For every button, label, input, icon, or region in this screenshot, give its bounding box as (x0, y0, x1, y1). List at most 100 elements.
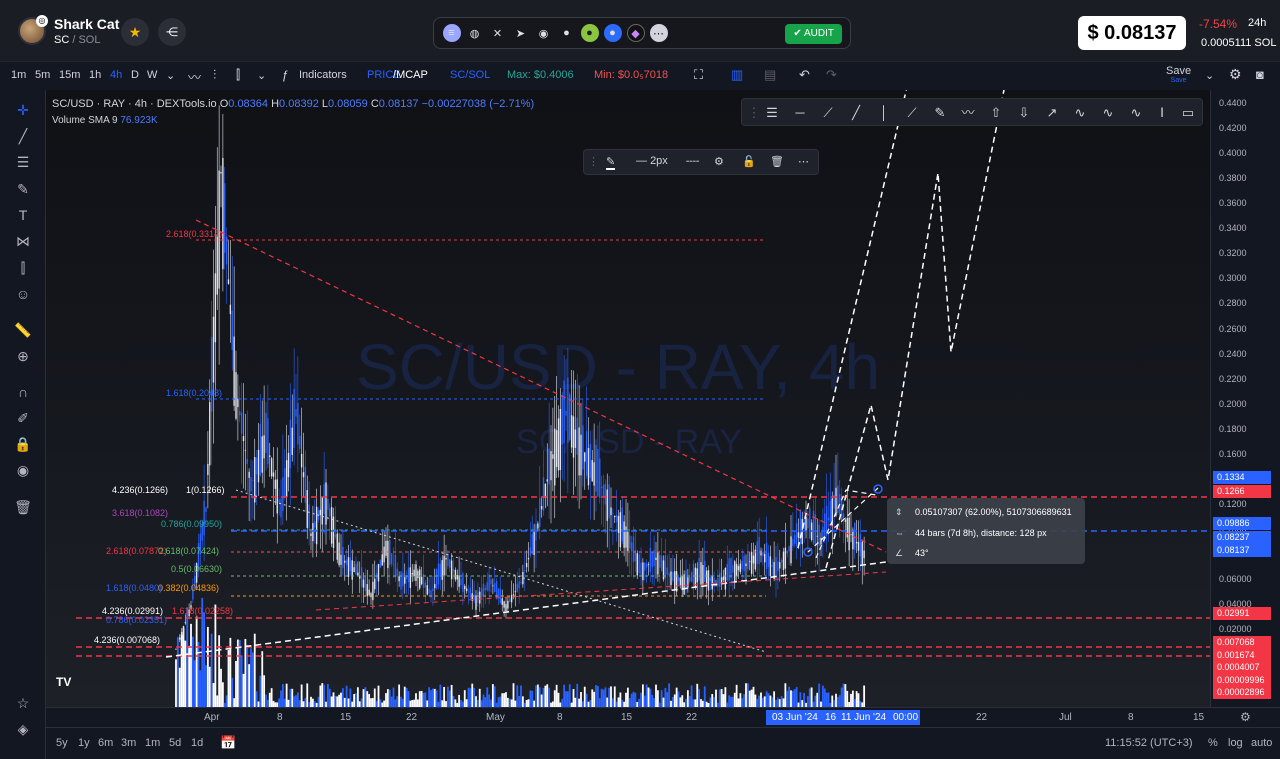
drag-handle-icon[interactable]: ⋮ (588, 155, 599, 168)
line-style-icon[interactable]: ╌╌ (686, 155, 699, 168)
x-icon[interactable]: ✕ (489, 24, 507, 42)
multi-line-icon[interactable]: ☰ (764, 105, 780, 121)
more-icon[interactable]: ⋯ (649, 24, 668, 42)
camera-icon[interactable]: ◙ (1256, 67, 1264, 82)
pattern-abcde-icon[interactable]: ∿ (1100, 105, 1116, 121)
text-cursor-icon[interactable]: Ⅰ (1154, 105, 1170, 121)
range-1y[interactable]: 1y (78, 737, 90, 749)
volume-bar (563, 684, 566, 707)
indicators-button[interactable]: Indicators (299, 69, 347, 81)
range-6m[interactable]: 6m (98, 737, 113, 749)
auto-toggle[interactable]: auto (1251, 737, 1272, 749)
horizontal-line-icon[interactable]: ─ (792, 105, 808, 121)
zoom-in-icon[interactable]: ⊕ (14, 347, 32, 365)
trend-line-icon[interactable]: ╱ (14, 127, 32, 145)
favorite-star-icon[interactable]: ★ (121, 18, 149, 46)
interval-5m[interactable]: 5m (35, 69, 50, 81)
zigzag-icon[interactable]: 〰 (960, 105, 976, 121)
log-toggle[interactable]: log (1228, 737, 1243, 749)
github-icon[interactable]: ● (558, 24, 576, 42)
candle-body (344, 560, 346, 563)
pen-icon[interactable]: ✎ (932, 105, 948, 121)
range-1d[interactable]: 1d (191, 737, 203, 749)
price-axis[interactable]: 0.4400 0.4200 0.4000 0.3800 0.3600 0.3400 0.32… (1210, 90, 1280, 707)
brush-icon[interactable]: ✎ (14, 180, 32, 198)
audit-button[interactable]: ✔ AUDIT (785, 24, 842, 44)
clock[interactable]: 11:15:52 (UTC+3) (1105, 737, 1193, 749)
comment-icon[interactable]: ▭ (1180, 105, 1196, 121)
chart-pane[interactable]: SC/USD - RAY, 4h SC/USD - RAY SC/USD · R… (46, 90, 1210, 707)
save-button[interactable]: Save Save (1166, 65, 1191, 84)
redo-icon[interactable]: ↷ (826, 67, 837, 83)
range-5d[interactable]: 5d (169, 737, 181, 749)
range-1m[interactable]: 1m (145, 737, 160, 749)
arrow-icon[interactable]: ↗ (1044, 105, 1060, 121)
fib-levels-icon[interactable]: ⫿ (14, 259, 32, 277)
date-range-calendar-icon[interactable]: 📅 (220, 735, 236, 751)
range-3m[interactable]: 3m (121, 737, 136, 749)
emoji-icon[interactable]: ☺ (14, 285, 32, 303)
interval-d[interactable]: D (131, 69, 139, 81)
fullscreen-icon[interactable]: ⛶ (694, 67, 703, 83)
mcap-toggle[interactable]: /MCAP (393, 69, 428, 81)
chart-type-dropdown-icon[interactable]: ⌄ (257, 69, 266, 82)
percent-toggle[interactable]: % (1208, 737, 1218, 749)
crosshair-icon[interactable]: ✛ (14, 101, 32, 119)
extended-line-icon[interactable]: ⟋ (904, 105, 920, 121)
candle-body (405, 576, 408, 580)
interval-4h[interactable]: 4h (110, 69, 122, 81)
interval-dropdown-icon[interactable]: ⌄ (166, 69, 175, 82)
interval-15m[interactable]: 15m (59, 69, 80, 81)
dexscreener-icon[interactable]: ● (603, 24, 622, 42)
arrow-up-icon[interactable]: ⇧ (988, 105, 1004, 121)
axis-settings-gear-icon[interactable]: ⚙ (1240, 710, 1251, 724)
layers-icon[interactable]: ◈ (14, 720, 32, 738)
settings-gear-icon[interactable]: ⚙ (714, 155, 724, 168)
line-color-icon[interactable]: ✎ (606, 155, 616, 170)
other-link-icon[interactable]: ◆ (626, 24, 645, 42)
pattern-icon[interactable]: ⋈ (14, 232, 32, 250)
chart-style-icon[interactable]: ▥ (731, 67, 743, 83)
globe-icon[interactable]: ◍ (466, 24, 484, 42)
candle-chart-type-icon[interactable]: ⫿ (236, 67, 240, 83)
ruler-icon[interactable]: 📏 (14, 321, 32, 339)
more-options-icon[interactable]: ⋯ (798, 155, 809, 168)
bar-chart-type-icon[interactable]: ⫶ (213, 67, 216, 83)
interval-1h[interactable]: 1h (89, 69, 101, 81)
trend-segment-icon[interactable]: ⟋ (820, 105, 836, 121)
text-icon[interactable]: T (14, 206, 32, 224)
line-chart-type-icon[interactable]: 〰 (188, 67, 201, 86)
arrow-down-icon[interactable]: ⇩ (1016, 105, 1032, 121)
save-dropdown-icon[interactable]: ⌄ (1205, 69, 1214, 82)
magnet-icon[interactable]: ∩ (14, 383, 32, 401)
delete-icon[interactable]: 🗑 (770, 155, 784, 168)
pattern-123-icon[interactable]: ∿ (1072, 105, 1088, 121)
trash-icon[interactable]: 🗑 (14, 498, 32, 516)
website-icon[interactable]: ≡ (442, 24, 461, 42)
horizontal-lines-icon[interactable]: ☰ (14, 153, 32, 171)
vertical-line-icon[interactable]: │ (876, 105, 892, 121)
lock-icon[interactable]: 🔒 (14, 435, 32, 453)
favorites-star-icon[interactable]: ☆ (14, 694, 32, 712)
lock-drawing-icon[interactable]: ✐ (14, 409, 32, 427)
indicators-icon[interactable]: ƒ (282, 68, 289, 82)
share-icon[interactable]: ⋲ (158, 18, 186, 46)
volume-bar (791, 690, 794, 707)
telegram-icon[interactable]: ➤ (512, 24, 530, 42)
drag-handle-icon[interactable]: ⋮ (746, 105, 762, 121)
compare-icon[interactable]: ▤ (764, 67, 776, 83)
undo-icon[interactable]: ↶ (799, 67, 810, 83)
unlock-icon[interactable]: 🔓 (742, 155, 756, 168)
eye-icon[interactable]: ◉ (14, 461, 32, 479)
range-5y[interactable]: 5y (56, 737, 68, 749)
pattern-abc-icon[interactable]: ∿ (1128, 105, 1144, 121)
reddit-icon[interactable]: ◉ (535, 24, 553, 42)
ray-icon[interactable]: ╱ (848, 105, 864, 121)
interval-w[interactable]: W (147, 69, 157, 81)
line-width-selector[interactable]: — 2px (636, 155, 668, 167)
coingecko-icon[interactable]: ● (580, 24, 599, 42)
pair-toggle[interactable]: SC/SOL (450, 69, 490, 81)
time-axis[interactable]: Apr 8 15 22 May 8 15 22 03 Jun '24 16 11… (46, 707, 1280, 727)
interval-1m[interactable]: 1m (11, 69, 26, 81)
settings-gear-icon[interactable]: ⚙ (1229, 66, 1242, 83)
